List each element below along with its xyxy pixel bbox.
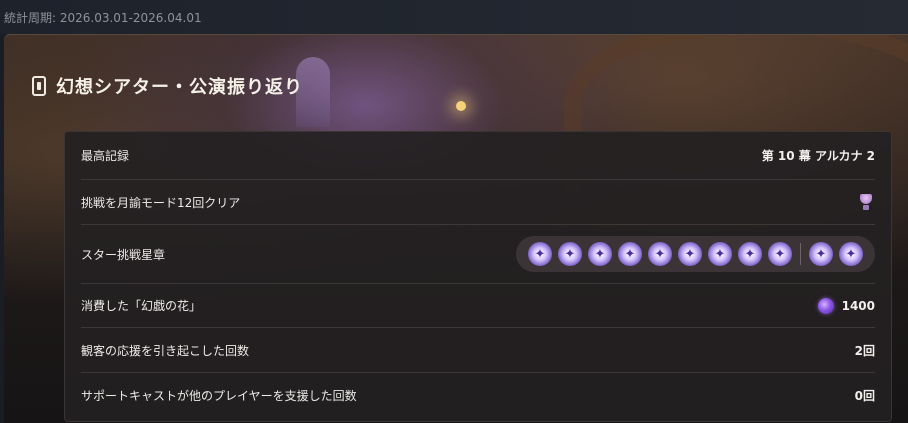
row-label: スター挑戦星章 [81, 247, 166, 262]
star-medal-icon: ✦ [618, 242, 642, 266]
theater-review-panel: 幻想シアター・公演振り返り 最高記録 第 10 幕 アルカナ 2 挑戦を月諭モー… [4, 34, 908, 423]
star-medal-icon: ✦ [588, 242, 612, 266]
best-record-value: 第 10 幕 アルカナ 2 [761, 149, 875, 163]
stats-row-cheers: 観客の応援を引き起こした回数 2回 [81, 328, 875, 373]
challenge-clear-value [857, 193, 875, 211]
stats-period: 統計周期: 2026.03.01-2026.04.01 [4, 11, 202, 25]
flowers-count: 1400 [841, 298, 875, 313]
row-label: サポートキャストが他のプレイヤーを支援した回数 [81, 388, 357, 403]
stats-card: 最高記録 第 10 幕 アルカナ 2 挑戦を月諭モード12回クリア スター挑戦星… [64, 131, 892, 422]
support-cast-value: 0回 [854, 388, 875, 403]
star-medal-icon: ✦ [738, 242, 762, 266]
star-medal-icon: ✦ [708, 242, 732, 266]
row-label: 最高記録 [81, 149, 130, 163]
row-label: 挑戦を月諭モード12回クリア [81, 195, 241, 210]
star-divider [800, 243, 801, 265]
panel-title: 幻想シアター・公演振り返り [56, 77, 303, 98]
star-medal-icon: ✦ [839, 242, 863, 266]
trophy-icon [857, 193, 875, 211]
stats-row-flowers: 消費した「幻戯の花」 1400 [81, 284, 875, 328]
stats-row-star-medals: スター挑戦星章 ✦ ✦ ✦ ✦ ✦ ✦ ✦ ✦ ✦ ✦ ✦ [81, 225, 875, 284]
star-medal-strip: ✦ ✦ ✦ ✦ ✦ ✦ ✦ ✦ ✦ ✦ ✦ [516, 236, 875, 272]
stats-row-best-record: 最高記録 第 10 幕 アルカナ 2 [81, 132, 875, 180]
star-medal-icon: ✦ [809, 242, 833, 266]
stats-row-challenge-clear: 挑戦を月諭モード12回クリア [81, 180, 875, 225]
star-medal-icon: ✦ [558, 242, 582, 266]
flower-icon [817, 297, 834, 314]
star-medal-icon: ✦ [648, 242, 672, 266]
background-lamp [456, 101, 466, 111]
top-bar: 統計周期: 2026.03.01-2026.04.01 [0, 0, 908, 34]
row-label: 観客の応援を引き起こした回数 [81, 343, 250, 358]
star-medal-icon: ✦ [678, 242, 702, 266]
card-icon [32, 76, 46, 96]
stats-row-support-cast: サポートキャストが他のプレイヤーを支援した回数 0回 [81, 373, 875, 417]
star-medal-icon: ✦ [528, 242, 552, 266]
star-medal-icon: ✦ [768, 242, 792, 266]
row-label: 消費した「幻戯の花」 [81, 299, 202, 313]
panel-header: 幻想シアター・公演振り返り [32, 73, 303, 99]
cheers-value: 2回 [854, 343, 875, 358]
flowers-value: 1400 [817, 297, 875, 314]
